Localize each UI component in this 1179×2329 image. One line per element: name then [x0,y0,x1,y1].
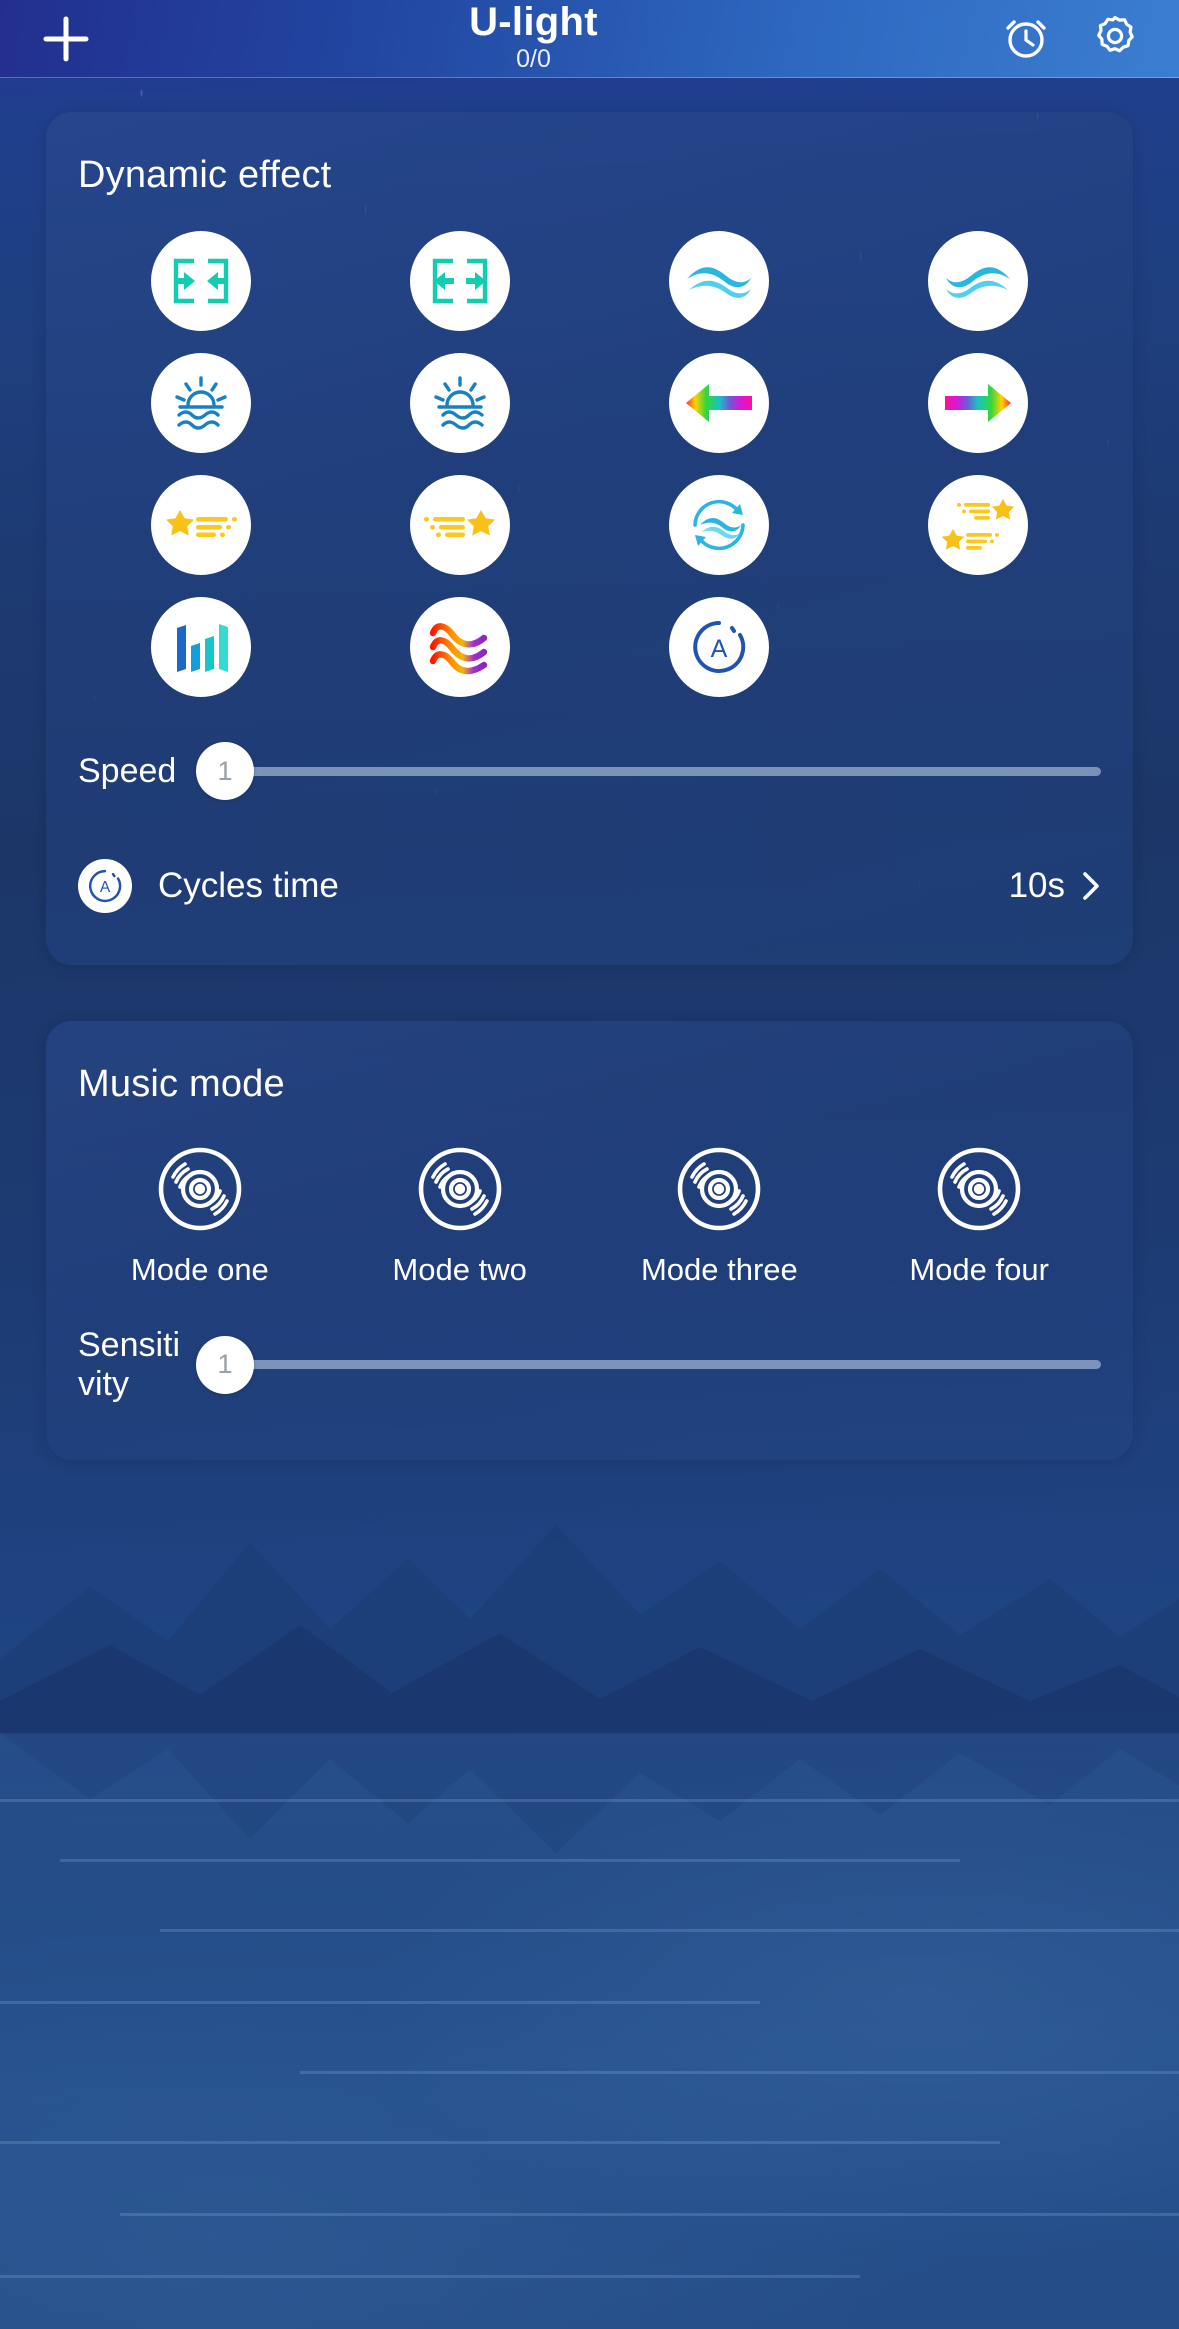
effect-bubble [151,475,252,575]
auto-a-circle-icon: A [693,621,746,673]
alarm-clock-icon [1006,20,1046,58]
music-mode-item-four[interactable]: Mode four [849,1146,1109,1288]
sensitivity-slider-track[interactable] [222,1360,1101,1370]
sunrise-water-right-icon [434,376,486,430]
effect-item-shooting-star-right[interactable] [72,475,331,575]
vinyl-record-icon [158,1147,242,1231]
sensitivity-slider-row: Sensiti vity 1 [46,1288,1133,1404]
effect-item-wave-right[interactable] [848,231,1107,331]
effect-bubble [410,475,511,575]
mountain-lake-background [0,1525,1179,2329]
sensitivity-slider-thumb[interactable]: 1 [196,1335,254,1394]
effect-bubble [151,353,252,453]
svg-text:A: A [711,635,728,663]
page-title: U-light [469,0,598,44]
cycles-time-label: Cycles time [158,866,339,905]
speed-slider-track[interactable] [222,766,1101,776]
music-mode-card: Music mode Mode one Mode two Mode three … [46,1021,1133,1460]
double-shooting-star-icon [941,499,1014,550]
dynamic-effect-title: Dynamic effect [78,154,332,196]
effect-item-level-meter[interactable] [72,597,331,697]
effect-bubble [668,353,769,453]
speed-label: Speed [78,751,177,790]
cycles-time-icon-wrap: A [78,859,132,913]
music-mode-item-three[interactable]: Mode three [590,1146,850,1288]
cycles-time-value: 10s [1008,866,1065,905]
vinyl-record-icon [678,1147,761,1231]
color-waves-icon [429,623,488,675]
sensitivity-label: Sensiti vity [78,1326,196,1404]
sensitivity-label-line2: vity [78,1364,129,1403]
wave-left-icon [686,267,751,298]
arrows-outward-boxes-icon [174,258,229,304]
effect-grid: A [46,197,1133,697]
arrows-inward-boxes-icon [432,258,488,304]
vinyl-record-icon [937,1147,1021,1231]
speed-slider[interactable]: 1 [196,741,1101,801]
effect-item-sunrise-left[interactable] [72,353,331,453]
effect-bubble [927,353,1028,453]
wave-right-icon [945,267,1010,298]
sunrise-water-left-icon [175,376,228,430]
app-header: U-light 0/0 [0,0,1179,78]
plus-icon [43,16,89,61]
effect-item-move-outward[interactable] [72,231,331,331]
auto-a-circle-icon: A [89,869,122,903]
dynamic-effect-card: Dynamic effect A Speed 1 A Cycles time 1… [46,112,1133,965]
effect-item-rainbow-arrow-left[interactable] [590,353,849,453]
music-mode-label: Mode one [130,1252,269,1287]
music-mode-title: Music mode [78,1063,285,1105]
music-mode-label: Mode three [640,1252,798,1287]
sensitivity-slider[interactable]: 1 [196,1335,1101,1395]
vinyl-record-icon [418,1147,501,1231]
music-mode-label: Mode two [392,1252,527,1287]
header-title-block: U-light 0/0 [118,2,949,72]
music-mode-item-two[interactable]: Mode two [330,1146,590,1288]
effect-item-rainbow-arrow-right[interactable] [848,353,1107,453]
sensitivity-label-line1: Sensiti [78,1326,181,1364]
effect-item-move-inward[interactable] [331,231,590,331]
effect-item-shooting-star-left[interactable] [331,475,590,575]
device-count: 0/0 [516,44,551,73]
speed-slider-thumb[interactable]: 1 [196,742,254,800]
effect-bubble [151,597,252,697]
music-mode-item-one[interactable]: Mode one [70,1146,330,1288]
wave-cycle-arrows-icon [693,499,745,551]
effect-bubble [927,475,1028,575]
gear-icon [1097,15,1134,53]
effect-item-wave-left[interactable] [590,231,849,331]
speed-slider-row: Speed 1 [46,697,1133,801]
music-mode-label: Mode four [909,1252,1049,1287]
effect-bubble [927,231,1028,331]
effect-item-double-shooting-star[interactable] [848,475,1107,575]
shooting-star-left-icon [424,510,496,538]
effect-bubble [668,475,769,575]
header-actions [949,12,1139,65]
effect-item-color-waves[interactable] [331,597,590,697]
add-device-button[interactable] [40,13,118,65]
effect-bubble [668,231,769,331]
alarm-button[interactable] [1003,12,1049,65]
cycles-time-value-group[interactable]: 10s [1009,866,1101,906]
cycles-time-row[interactable]: A Cycles time 10s [46,801,1133,965]
settings-button[interactable] [1091,12,1139,65]
shooting-star-right-icon [166,510,238,538]
rainbow-arrow-left-icon [685,384,752,422]
chevron-right-icon [1083,872,1099,900]
bar-meter-icon [177,624,229,672]
effect-bubble [151,231,252,331]
effect-bubble: A [668,597,769,697]
effect-item-wave-cycle[interactable] [590,475,849,575]
rainbow-arrow-right-icon [944,384,1011,422]
svg-text:A: A [100,879,111,896]
effect-item-sunrise-right[interactable] [331,353,590,453]
effect-bubble [410,231,511,331]
effect-item-auto-mode[interactable]: A [590,597,849,697]
effect-bubble [410,353,511,453]
music-mode-grid: Mode one Mode two Mode three Mode four [46,1106,1133,1288]
effect-bubble [410,597,511,697]
